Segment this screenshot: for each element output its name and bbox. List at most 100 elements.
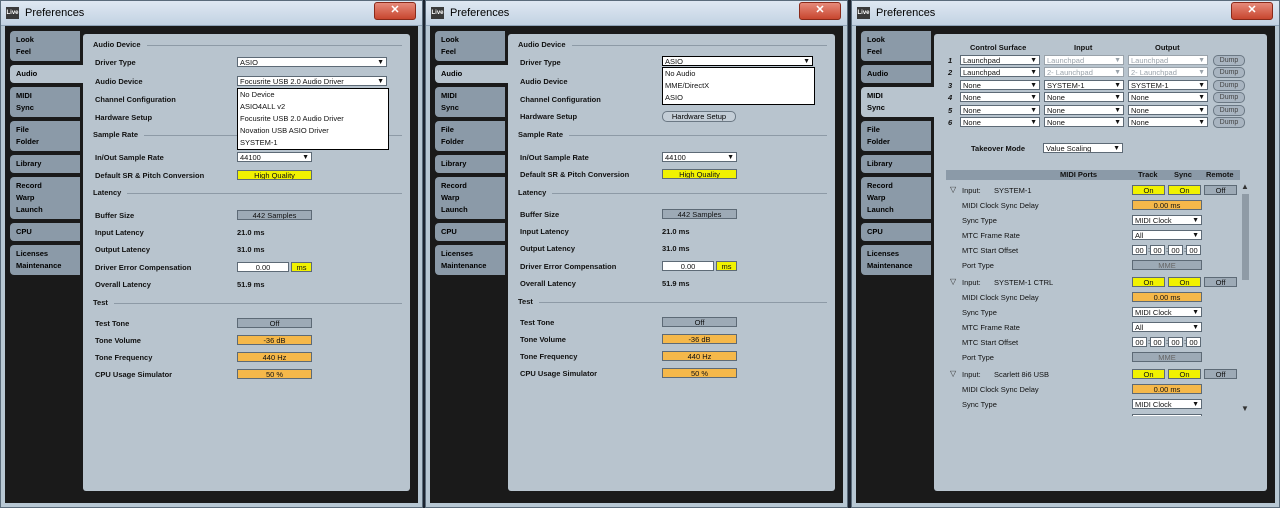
port-type-label: Port Type (962, 353, 994, 362)
dropdown-option[interactable]: No Device (238, 89, 388, 101)
tab-cpu[interactable]: CPU (861, 223, 931, 241)
scroll-up-icon[interactable]: ▲ (1241, 182, 1249, 191)
output-latency-label: Output Latency (520, 244, 576, 253)
dropdown-option[interactable]: SYSTEM-1 (238, 137, 388, 149)
close-button[interactable]: ✕ (374, 2, 416, 20)
tab-audio[interactable]: Audio (435, 65, 511, 83)
tab-licenses-maintenance[interactable]: Licenses Maintenance (435, 245, 505, 275)
tab-midi-sync[interactable]: MIDI Sync (435, 87, 505, 117)
chevron-down-icon: ▼ (727, 154, 734, 161)
tone-volume-label: Tone Volume (95, 336, 141, 345)
tab-cpu[interactable]: CPU (435, 223, 505, 241)
driver-type-select[interactable]: ASIO ▼ (237, 57, 387, 67)
tab-midi-sync[interactable]: MIDI Sync (10, 87, 80, 117)
section-latency: Latency (518, 188, 827, 197)
in-out-rate-label: In/Out Sample Rate (520, 153, 589, 162)
offset-field[interactable]: 00 (1186, 245, 1201, 255)
tab-record-warp-launch[interactable]: Record Warp Launch (10, 177, 80, 219)
remote-toggle[interactable]: Off (1204, 185, 1237, 195)
tab-file-folder[interactable]: File Folder (861, 121, 931, 151)
sync-type-select[interactable]: MIDI Clock ▼ (1132, 307, 1202, 317)
tab-file-folder[interactable]: File Folder (435, 121, 505, 151)
sample-rate-select[interactable]: 44100 ▼ (662, 152, 737, 162)
dropdown-option[interactable]: MME/DirectX (663, 80, 814, 92)
test-tone-toggle[interactable]: Off (237, 318, 312, 328)
track-toggle[interactable]: On (1132, 185, 1165, 195)
frame-rate-select[interactable]: All ▼ (1132, 414, 1202, 416)
title-bar[interactable]: Live Preferences ✕ (426, 1, 847, 26)
remote-toggle[interactable]: Off (1204, 277, 1237, 287)
tone-volume-field[interactable]: -36 dB (662, 334, 737, 344)
collapse-triangle-icon[interactable]: ▽ (950, 369, 956, 378)
remote-toggle[interactable]: Off (1204, 369, 1237, 379)
driver-error-field[interactable]: 0.00 (237, 262, 289, 272)
frame-rate-select[interactable]: All ▼ (1132, 230, 1202, 240)
cpu-sim-field[interactable]: 50 % (662, 368, 737, 378)
driver-error-field[interactable]: 0.00 (662, 261, 714, 271)
hardware-setup-button[interactable]: Hardware Setup (662, 111, 736, 122)
track-toggle[interactable]: On (1132, 277, 1165, 287)
title-bar[interactable]: Live Preferences ✕ (852, 1, 1279, 26)
tab-cpu[interactable]: CPU (10, 223, 80, 241)
track-toggle[interactable]: On (1132, 369, 1165, 379)
buffer-size-field[interactable]: 442 Samples (237, 210, 312, 220)
scroll-down-icon[interactable]: ▼ (1241, 404, 1249, 413)
dropdown-option[interactable]: ASIO (663, 92, 814, 104)
tab-library[interactable]: Library (861, 155, 931, 173)
tone-volume-field[interactable]: -36 dB (237, 335, 312, 345)
sync-toggle[interactable]: On (1168, 277, 1201, 287)
offset-field[interactable]: 00 (1168, 337, 1183, 347)
offset-field[interactable]: 00 (1186, 337, 1201, 347)
collapse-triangle-icon[interactable]: ▽ (950, 277, 956, 286)
driver-type-select[interactable]: ASIO ▼ (662, 56, 813, 66)
tab-library[interactable]: Library (10, 155, 80, 173)
sync-toggle[interactable]: On (1168, 369, 1201, 379)
offset-field[interactable]: 00 (1168, 245, 1183, 255)
dropdown-option[interactable]: Focusrite USB 2.0 Audio Driver (238, 113, 388, 125)
buffer-size-field[interactable]: 442 Samples (662, 209, 737, 219)
frame-rate-select[interactable]: All ▼ (1132, 322, 1202, 332)
audio-device-select[interactable]: Focusrite USB 2.0 Audio Driver ▼ (237, 76, 387, 86)
dropdown-option[interactable]: Novation USB ASIO Driver (238, 125, 388, 137)
tone-frequency-label: Tone Frequency (95, 353, 153, 362)
close-button[interactable]: ✕ (1231, 2, 1273, 20)
sync-type-select[interactable]: MIDI Clock ▼ (1132, 215, 1202, 225)
default-sr-select[interactable]: High Quality (662, 169, 737, 179)
tab-licenses-maintenance[interactable]: Licenses Maintenance (10, 245, 80, 275)
cpu-sim-field[interactable]: 50 % (237, 369, 312, 379)
close-button[interactable]: ✕ (799, 2, 841, 20)
dropdown-option[interactable]: No Audio (663, 68, 814, 80)
preferences-window-3: Live Preferences ✕ Look Feel Audio MIDI Sync… (851, 0, 1280, 508)
sync-type-label: Sync Type (962, 216, 997, 225)
tab-midi-sync[interactable]: MIDI Sync (861, 87, 937, 117)
clock-delay-field[interactable]: 0.00 ms (1132, 292, 1202, 302)
tab-library[interactable]: Library (435, 155, 505, 173)
tab-record-warp-launch[interactable]: Record Warp Launch (435, 177, 505, 219)
sync-type-select[interactable]: MIDI Clock ▼ (1132, 399, 1202, 409)
default-sr-select[interactable]: High Quality (237, 170, 312, 180)
tab-audio[interactable]: Audio (10, 65, 86, 83)
offset-field[interactable]: 00 (1150, 245, 1165, 255)
input-latency-label: Input Latency (95, 228, 144, 237)
collapse-triangle-icon[interactable]: ▽ (950, 185, 956, 194)
clock-delay-field[interactable]: 0.00 ms (1132, 200, 1202, 210)
scrollbar-thumb[interactable] (1242, 194, 1249, 280)
offset-field[interactable]: 00 (1132, 245, 1147, 255)
tab-record-warp-launch[interactable]: Record Warp Launch (861, 177, 931, 219)
tone-frequency-field[interactable]: 440 Hz (662, 351, 737, 361)
clock-delay-field[interactable]: 0.00 ms (1132, 384, 1202, 394)
tab-audio[interactable]: Audio (861, 65, 931, 83)
tab-file-folder[interactable]: File Folder (10, 121, 80, 151)
title-bar[interactable]: Live Preferences ✕ (1, 1, 422, 26)
tab-look-feel[interactable]: Look Feel (10, 31, 80, 61)
tab-look-feel[interactable]: Look Feel (861, 31, 931, 61)
tab-licenses-maintenance[interactable]: Licenses Maintenance (861, 245, 931, 275)
sync-toggle[interactable]: On (1168, 185, 1201, 195)
tone-frequency-field[interactable]: 440 Hz (237, 352, 312, 362)
offset-field[interactable]: 00 (1150, 337, 1165, 347)
tab-look-feel[interactable]: Look Feel (435, 31, 505, 61)
sample-rate-select[interactable]: 44100 ▼ (237, 152, 312, 162)
test-tone-toggle[interactable]: Off (662, 317, 737, 327)
dropdown-option[interactable]: ASIO4ALL v2 (238, 101, 388, 113)
offset-field[interactable]: 00 (1132, 337, 1147, 347)
